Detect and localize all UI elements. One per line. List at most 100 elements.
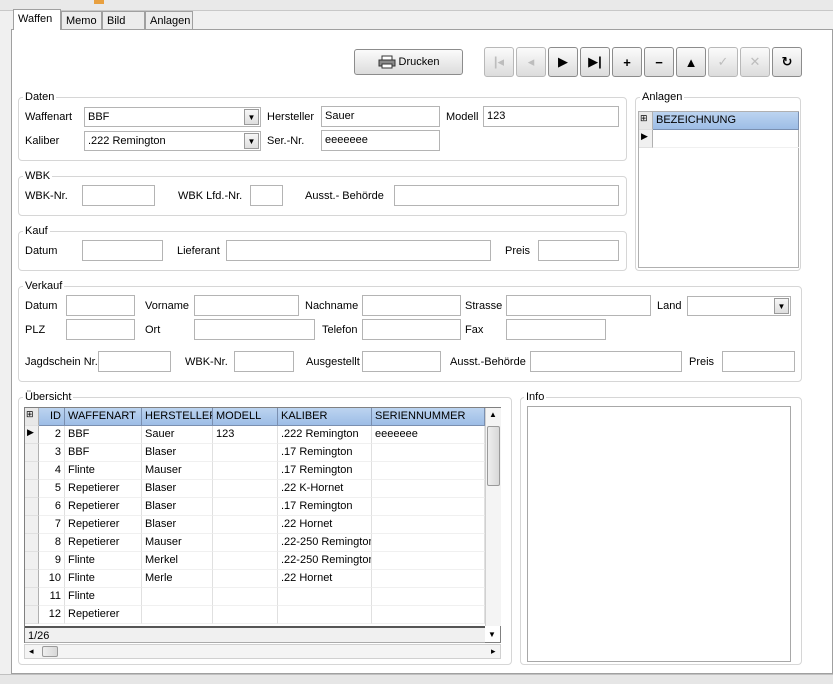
column-header-hersteller[interactable]: HERSTELLER [142, 408, 213, 426]
info-memo[interactable] [527, 406, 791, 662]
table-row[interactable]: 8 Repetierer Mauser .22-250 Remington [25, 534, 485, 552]
scroll-up-icon[interactable]: ▲ [489, 410, 497, 419]
uebersicht-grid[interactable]: ⊞ ID WAFFENART HERSTELLER MODELL KALIBER SERIE… [24, 407, 501, 643]
verkauf-preis-field[interactable] [722, 351, 795, 372]
refresh-button[interactable]: ↻ [772, 47, 802, 77]
lieferant-field[interactable] [226, 240, 491, 261]
fax-field[interactable] [506, 319, 606, 340]
vorname-field[interactable] [194, 295, 299, 316]
cancel-edit-button[interactable]: ✕ [740, 47, 770, 77]
waffenart-label: Waffenart [25, 111, 73, 123]
post-record-icon: ✓ [717, 54, 729, 69]
cell-hersteller: Mauser [142, 534, 213, 552]
wbk-nr-field[interactable] [82, 185, 155, 206]
anlagen-grid[interactable]: ⊞ BEZEICHNUNG ▶ [638, 111, 799, 268]
plz-field[interactable] [66, 319, 135, 340]
cell-art: Flinte [65, 462, 142, 480]
verkauf-datum-field[interactable] [66, 295, 135, 316]
cell-sn [372, 570, 485, 588]
tab-memo[interactable]: Memo [61, 11, 102, 30]
row-indicator [25, 588, 39, 606]
table-row[interactable]: 9 Flinte Merkel .22-250 Remington [25, 552, 485, 570]
sernr-field[interactable]: eeeeeee [321, 130, 440, 151]
table-row[interactable]: 4 Flinte Mauser .17 Remington [25, 462, 485, 480]
last-record-button[interactable]: ▶| [580, 47, 610, 77]
next-record-button[interactable]: ▶ [548, 47, 578, 77]
tab-bild[interactable]: Bild [102, 11, 145, 30]
kauf-preis-field[interactable] [538, 240, 619, 261]
cell-modell [213, 552, 278, 570]
ort-field[interactable] [194, 319, 315, 340]
row-indicator [25, 444, 39, 462]
grid-options-icon[interactable]: ⊞ [25, 408, 39, 426]
row-indicator [25, 498, 39, 516]
table-row[interactable]: 6 Repetierer Blaser .17 Remington [25, 498, 485, 516]
tab-waffen[interactable]: Waffen [13, 9, 61, 30]
table-row[interactable]: 12 Repetierer [25, 606, 485, 624]
table-row[interactable]: 3 BBF Blaser .17 Remington [25, 444, 485, 462]
waffenart-select[interactable]: BBF ▼ [84, 107, 261, 127]
verkauf-wbknr-label: WBK-Nr. [185, 356, 228, 368]
grid-options-icon[interactable]: ⊞ [639, 112, 653, 130]
cell-hersteller: Blaser [142, 444, 213, 462]
window-bottom-bar [0, 674, 833, 684]
record-status-bar: 1/26 [25, 626, 485, 643]
scroll-thumb[interactable] [487, 426, 500, 486]
wbk-lfd-field[interactable] [250, 185, 283, 206]
print-button[interactable]: Drucken [354, 49, 463, 75]
hersteller-field[interactable]: Sauer [321, 106, 440, 127]
chevron-down-icon[interactable]: ▼ [774, 298, 789, 314]
land-select[interactable]: ▼ [687, 296, 791, 316]
kaliber-select[interactable]: .222 Remington ▼ [84, 131, 261, 151]
kaliber-label: Kaliber [25, 135, 60, 147]
nachname-field[interactable] [362, 295, 461, 316]
column-header-modell[interactable]: MODELL [213, 408, 278, 426]
last-record-icon: ▶| [588, 54, 602, 69]
grid-vertical-scrollbar[interactable]: ▲ [485, 408, 501, 626]
column-header-kaliber[interactable]: KALIBER [278, 408, 372, 426]
chevron-down-icon[interactable]: ▼ [244, 133, 259, 149]
scroll-down-icon[interactable]: ▼ [488, 630, 496, 639]
prior-record-button[interactable]: ◂ [516, 47, 546, 77]
modell-field[interactable]: 123 [483, 106, 619, 127]
insert-record-button[interactable]: + [612, 47, 642, 77]
cell-id: 10 [39, 570, 65, 588]
ausgestellt-field[interactable] [362, 351, 441, 372]
edit-record-button[interactable]: ▲ [676, 47, 706, 77]
scroll-right-icon[interactable]: ▸ [491, 646, 496, 657]
tab-anlagen[interactable]: Anlagen [145, 11, 193, 30]
table-row[interactable]: ▶ 2 BBF Sauer 123.222 Remington eeeeeee [25, 426, 485, 444]
column-header-id[interactable]: ID [39, 408, 65, 426]
table-row[interactable]: 11 Flinte [25, 588, 485, 606]
edit-record-icon: ▲ [684, 54, 698, 70]
grid-horizontal-scrollbar[interactable]: ◂ ▸ [24, 644, 501, 659]
strasse-field[interactable] [506, 295, 651, 316]
chevron-down-icon[interactable]: ▼ [244, 109, 259, 125]
jagdschein-field[interactable] [98, 351, 171, 372]
cell-sn [372, 498, 485, 516]
delete-record-button[interactable]: − [644, 47, 674, 77]
wbk-behoerde-field[interactable] [394, 185, 619, 206]
table-row[interactable]: 5 Repetierer Blaser .22 K-Hornet [25, 480, 485, 498]
kauf-datum-field[interactable] [82, 240, 163, 261]
anlagen-column-header[interactable]: BEZEICHNUNG [653, 112, 799, 130]
anlagen-empty-row[interactable] [653, 130, 799, 148]
verkauf-wbknr-field[interactable] [234, 351, 294, 372]
cell-hersteller: Blaser [142, 498, 213, 516]
post-record-button[interactable]: ✓ [708, 47, 738, 77]
column-header-waffenart[interactable]: WAFFENART [65, 408, 142, 426]
cell-id: 11 [39, 588, 65, 606]
telefon-field[interactable] [362, 319, 461, 340]
cell-sn [372, 606, 485, 624]
cell-sn [372, 534, 485, 552]
scroll-left-icon[interactable]: ◂ [29, 646, 34, 657]
table-row[interactable]: 7 Repetierer Blaser .22 Hornet [25, 516, 485, 534]
table-row[interactable]: 10 Flinte Merle .22 Hornet [25, 570, 485, 588]
first-record-button[interactable]: |◂ [484, 47, 514, 77]
verkauf-behoerde-field[interactable] [530, 351, 682, 372]
horizontal-scroll-thumb[interactable] [42, 646, 58, 657]
cell-modell [213, 606, 278, 624]
row-indicator [25, 462, 39, 480]
column-header-seriennummer[interactable]: SERIENNUMMER [372, 408, 485, 426]
verkauf-behoerde-label: Ausst.-Behörde [450, 356, 526, 368]
